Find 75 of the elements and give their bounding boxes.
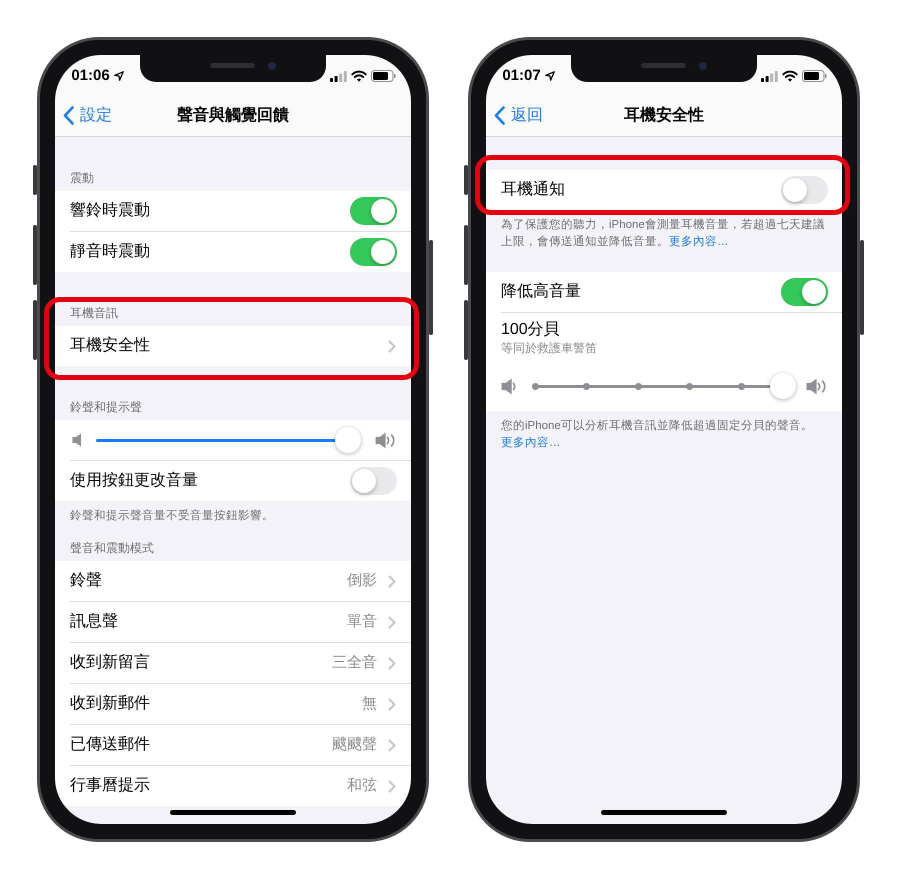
back-button[interactable]: 返回 bbox=[494, 106, 543, 126]
volume-limit-slider[interactable] bbox=[532, 373, 796, 399]
section-footer: 為了保護您的聽力，iPhone會測量耳機音量，若超過七天建議上限，會傳送通知並降低音量。更多內容… bbox=[501, 217, 827, 251]
settings-item[interactable]: 鈴聲 bbox=[70, 571, 102, 591]
row-value: 倒影 bbox=[347, 571, 377, 591]
hardware-key-drawing bbox=[33, 165, 37, 195]
toggle-switch[interactable] bbox=[350, 467, 397, 495]
settings-item[interactable]: 已傳送郵件 bbox=[70, 735, 150, 755]
volume-high-icon bbox=[375, 432, 395, 448]
battery-icon bbox=[371, 70, 396, 82]
more-info-link[interactable]: 更多內容… bbox=[501, 437, 560, 449]
nav-title: 耳機安全性 bbox=[624, 106, 704, 126]
hardware-key-drawing bbox=[464, 225, 468, 285]
volume-high-icon bbox=[806, 378, 826, 394]
speaker-grille-icon bbox=[210, 63, 255, 68]
chevron-left-icon bbox=[494, 106, 505, 125]
slider-thumb[interactable] bbox=[770, 373, 796, 399]
section-header: 鈴聲和提示聲 bbox=[70, 401, 142, 414]
signal-icon bbox=[330, 70, 347, 82]
chevron-right-icon bbox=[388, 780, 396, 792]
volume-low-icon bbox=[501, 378, 516, 394]
row-label: 響鈴時震動 bbox=[70, 201, 151, 221]
back-button[interactable]: 設定 bbox=[63, 106, 112, 126]
level-title: 100分貝 bbox=[501, 320, 560, 340]
battery-icon bbox=[802, 70, 827, 82]
section-header: 耳機音訊 bbox=[70, 307, 118, 320]
section-header: 震動 bbox=[70, 172, 94, 185]
settings-item[interactable]: 耳機安全性 bbox=[70, 336, 150, 356]
signal-icon bbox=[761, 70, 778, 82]
row-value: 和弦 bbox=[347, 776, 377, 796]
status-time: 01:07 bbox=[502, 67, 541, 85]
level-description: 等同於救護車警笛 bbox=[501, 340, 597, 356]
chevron-right-icon bbox=[388, 738, 396, 752]
speaker-grille-icon bbox=[641, 63, 686, 68]
chevron-right-icon bbox=[388, 574, 396, 588]
row-value: 颼颼聲 bbox=[332, 735, 377, 755]
toggle-switch[interactable] bbox=[781, 278, 828, 306]
chevron-right-icon bbox=[388, 616, 396, 628]
row-label: 耳機通知 bbox=[501, 180, 566, 200]
more-info-link[interactable]: 更多內容… bbox=[669, 236, 728, 248]
row-value: 無 bbox=[362, 694, 377, 714]
settings-item[interactable]: 收到新留言 bbox=[70, 653, 150, 673]
hardware-key-drawing bbox=[33, 300, 37, 360]
row-label: 靜音時震動 bbox=[70, 242, 151, 262]
chevron-left-icon bbox=[63, 106, 74, 125]
settings-item[interactable]: 訊息聲 bbox=[70, 612, 118, 632]
hardware-key-drawing bbox=[33, 225, 37, 285]
location-arrow-icon bbox=[114, 71, 124, 81]
row-value: 三全音 bbox=[332, 653, 377, 673]
toggle-switch[interactable] bbox=[350, 197, 397, 225]
status-time: 01:06 bbox=[71, 67, 110, 85]
chevron-right-icon bbox=[388, 656, 396, 670]
chevron-right-icon bbox=[388, 698, 396, 710]
section-header: 聲音和震動模式 bbox=[70, 542, 154, 555]
volume-low-icon bbox=[72, 433, 82, 447]
volume-slider[interactable] bbox=[96, 427, 361, 453]
row-value: 單音 bbox=[347, 612, 377, 632]
location-arrow-icon bbox=[544, 71, 555, 81]
hardware-key-drawing bbox=[464, 300, 468, 360]
settings-item[interactable]: 收到新郵件 bbox=[70, 694, 150, 714]
section-footer: 鈴聲和提示聲音量不受音量按鈕影響。 bbox=[70, 508, 396, 525]
section-footer: 您的iPhone可以分析耳機音訊並降低超過固定分貝的聲音。 更多內容… bbox=[501, 418, 827, 452]
row-label: 使用按鈕更改音量 bbox=[70, 471, 199, 491]
nav-title: 聲音與觸覺回饋 bbox=[177, 106, 289, 126]
settings-item[interactable]: 行事曆提示 bbox=[70, 776, 150, 796]
chevron-right-icon bbox=[388, 340, 396, 352]
camera-icon bbox=[268, 62, 276, 70]
toggle-switch[interactable] bbox=[350, 238, 397, 266]
wifi-icon bbox=[782, 70, 798, 82]
slider-thumb[interactable] bbox=[335, 427, 361, 453]
row-label: 降低高音量 bbox=[501, 282, 582, 302]
toggle-switch[interactable] bbox=[781, 176, 828, 204]
hardware-key-drawing bbox=[464, 165, 468, 195]
wifi-icon bbox=[351, 70, 367, 82]
camera-icon bbox=[699, 62, 707, 70]
